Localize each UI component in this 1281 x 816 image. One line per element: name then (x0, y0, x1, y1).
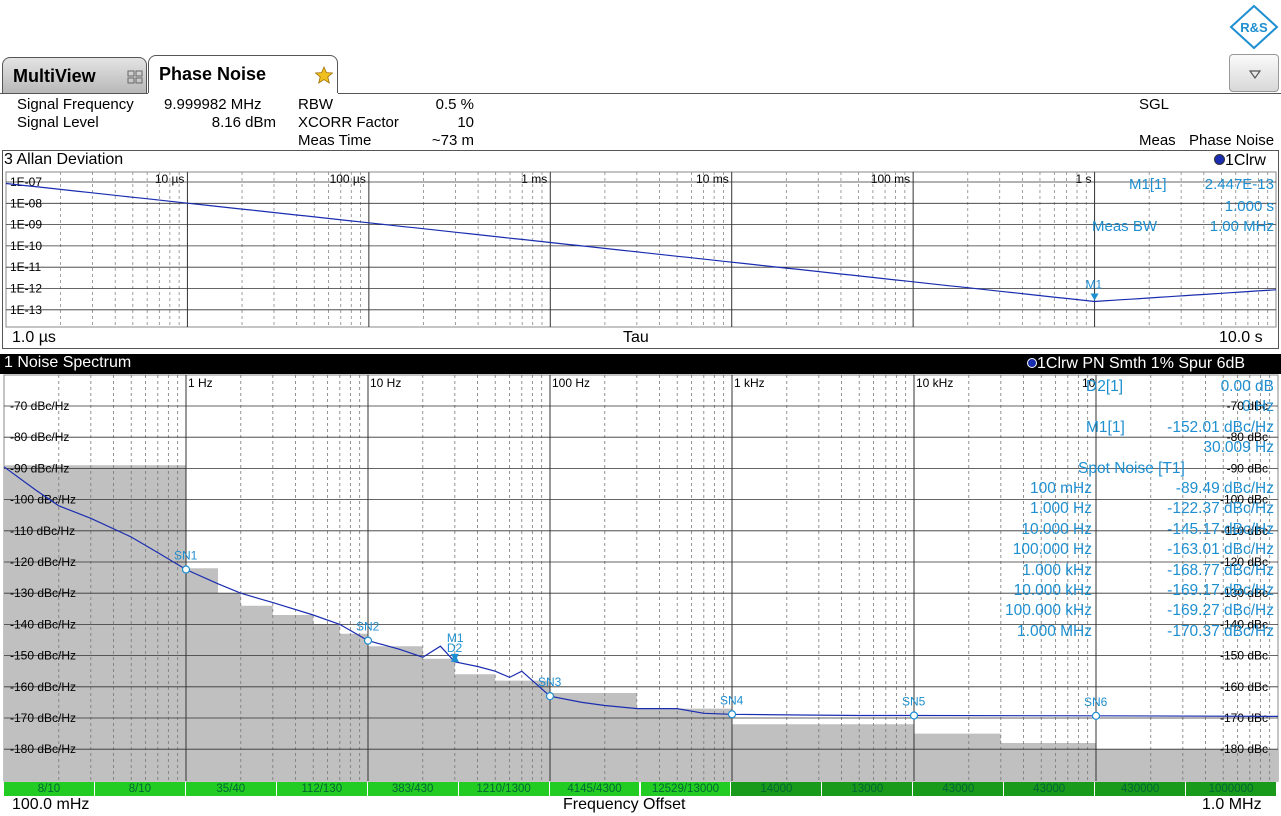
spot-noise-marker (363, 636, 373, 645)
noise-chart: 1 Hz 10 Hz 100 Hz 1 kHz 10 kHz 10-70 dBc/Hz-8… (3, 374, 1279, 782)
averaging-segment: 43000 (913, 782, 1004, 796)
marker-table-d2-label: D2[1] (1086, 378, 1124, 395)
spot-noise-marker (1091, 711, 1101, 720)
noise-y-tick-label: -70 dBc/Hz (10, 399, 69, 413)
noise-y-tick-label: -130 dBc/Hz (10, 586, 76, 600)
noise-x-tick-label: 100 Hz (552, 376, 590, 390)
marker-table-m1-freq-value: 30.009 Hz (1203, 439, 1274, 457)
noise-x-tick-label: 10 Hz (370, 376, 401, 390)
marker-table-spot-row-value: -122.37 dBc/Hz (1167, 500, 1274, 518)
averaging-bar: 8/10 8/10 35/40 112/130 383/430 1210/1300 4145… (4, 782, 1277, 796)
noise-y-tick-label: -150 dBc/Hz (10, 649, 76, 663)
marker-table-spot-row-label: 1.000 MHz (1017, 622, 1092, 640)
noise-y-tick-label-right: -170 dBc (1220, 711, 1268, 725)
noise-y-tick-label: -120 dBc/Hz (10, 555, 76, 569)
marker-table-spot-row-label: 10.000 Hz (1021, 520, 1092, 538)
noise-y-tick-label-right: -180 dBc (1220, 742, 1268, 756)
marker-table-spot-row-value: -168.77 dBc/Hz (1167, 561, 1274, 579)
noise-y-tick-label: -90 dBc/Hz (10, 461, 69, 475)
marker-table-spot-row-label: 100.000 kHz (1004, 602, 1092, 620)
marker-table-d2-value: 0.00 dB (1220, 378, 1274, 395)
spot-noise-marker-label: SN5 (902, 695, 926, 709)
noise-x-tick-label: 1 Hz (188, 376, 213, 390)
averaging-segment: 383/430 (367, 782, 458, 796)
averaging-segment: 8/10 (4, 782, 94, 796)
averaging-segment: 1210/1300 (458, 782, 549, 796)
averaging-segment: 1000000 (1186, 782, 1276, 796)
averaging-segment: 13000 (822, 782, 913, 796)
marker-table-spot-row-label: 100 mHz (1029, 480, 1092, 497)
noise-y-tick-label-right: -150 dBc (1220, 649, 1268, 663)
spot-noise-marker-label: SN4 (720, 693, 744, 707)
marker-table-spot-row-value: -169.27 dBc/Hz (1167, 602, 1274, 620)
noise-y-tick-label-right: -90 dBc (1227, 461, 1268, 475)
noise-x-end: 1.0 MHz (1202, 796, 1262, 813)
averaging-segment: 4145/4300 (549, 782, 640, 796)
marker-table-d2-freq-value: 0 Hz (1242, 398, 1274, 416)
spot-noise-marker (545, 692, 555, 701)
marker-table-m1-value: -152.01 dBc/Hz (1167, 418, 1274, 436)
marker-table-spot-row-value: -163.01 dBc/Hz (1167, 541, 1274, 559)
noise-y-tick-label: -80 dBc/Hz (10, 430, 69, 444)
spot-noise-marker-label: SN3 (538, 675, 562, 689)
noise-x-start: 100.0 mHz (12, 796, 90, 813)
marker-table-spot-row-value: -89.49 dBc/Hz (1175, 480, 1274, 497)
noise-y-tick-label: -170 dBc/Hz (10, 711, 76, 725)
averaging-segment: 43000 (1004, 782, 1095, 796)
noise-x-tick-label: 10 kHz (916, 376, 953, 390)
averaging-segment: 8/10 (94, 782, 185, 796)
averaging-segment: 112/130 (276, 782, 367, 796)
marker-table-spot-row-label: 10.000 kHz (1013, 582, 1092, 599)
spot-noise-marker-label: SN6 (1084, 695, 1108, 709)
marker-table-m1-label: M1[1] (1086, 418, 1125, 436)
noise-y-tick-label-right: -160 dBc (1220, 680, 1268, 694)
noise-x-label: Frequency Offset (563, 796, 686, 813)
spot-noise-marker-label: SN2 (356, 620, 380, 634)
noise-y-tick-label: -180 dBc/Hz (10, 742, 76, 756)
spot-noise-marker (727, 710, 737, 719)
noise-y-tick-label: -140 dBc/Hz (10, 617, 76, 631)
averaging-segment: 12529/13000 (640, 782, 731, 796)
marker-table-spot-title-label: Spot Noise [T1] (1078, 459, 1185, 477)
averaging-segment: 430000 (1095, 782, 1186, 796)
spot-noise-marker (909, 711, 919, 720)
spot-noise-marker (181, 565, 191, 574)
averaging-segment: 14000 (731, 782, 822, 796)
marker-table-spot-row-value: -169.17 dBc/Hz (1167, 582, 1274, 599)
noise-x-tick-label: 1 kHz (734, 376, 765, 390)
marker-table-spot-row-value: -170.37 dBc/Hz (1167, 622, 1274, 640)
averaging-segment: 35/40 (185, 782, 276, 796)
marker-table-spot-row-label: 1.000 Hz (1029, 500, 1092, 518)
noise-marker-label: D2 (447, 641, 463, 655)
noise-y-tick-label: -160 dBc/Hz (10, 680, 76, 694)
marker-table-spot-row-label: 100.000 Hz (1012, 541, 1092, 559)
noise-y-tick-label: -110 dBc/Hz (10, 524, 75, 538)
spot-noise-marker-label: SN1 (174, 548, 198, 562)
marker-table-spot-row-value: -145.17 dBc/Hz (1167, 520, 1274, 538)
marker-table-spot-row-label: 1.000 kHz (1022, 561, 1092, 579)
